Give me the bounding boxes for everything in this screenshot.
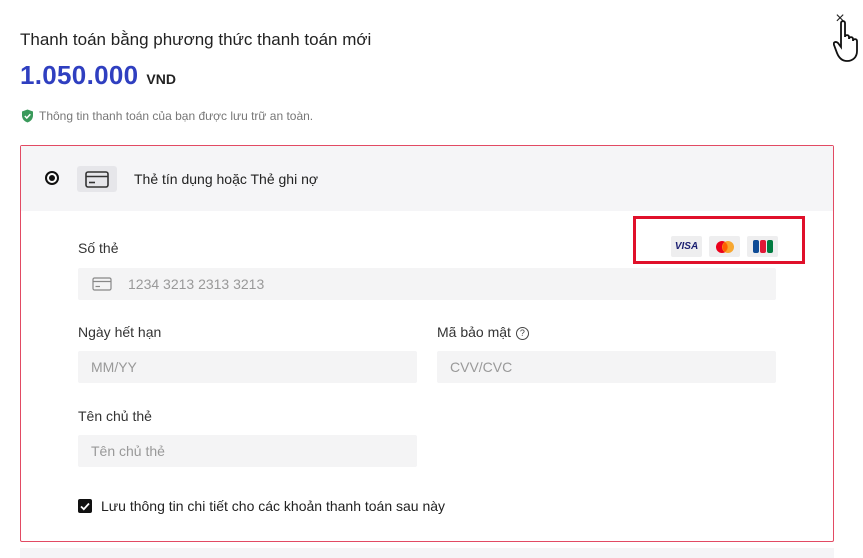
total-amount: 1.050.000 xyxy=(20,60,139,90)
help-question-icon[interactable]: ? xyxy=(515,327,529,340)
cvv-input[interactable]: CVV/CVC xyxy=(437,351,776,383)
next-method-strip xyxy=(20,548,834,558)
save-details-label[interactable]: Lưu thông tin chi tiết cho các khoản tha… xyxy=(101,498,445,514)
checkmark-icon xyxy=(80,502,90,510)
card-method-radio[interactable] xyxy=(45,171,59,185)
card-number-placeholder: 1234 3213 2313 3213 xyxy=(128,276,265,292)
holder-input[interactable]: Tên chủ thẻ xyxy=(78,435,417,467)
secure-note-text: Thông tin thanh toán của bạn được lưu tr… xyxy=(39,109,314,123)
expiry-input[interactable]: MM/YY xyxy=(78,351,417,383)
amount-row: 1.050.000 VND xyxy=(20,60,176,91)
payment-method-label: Thẻ tín dụng hoặc Thẻ ghi nợ xyxy=(134,171,319,187)
credit-card-icon xyxy=(77,166,117,192)
holder-placeholder: Tên chủ thẻ xyxy=(91,443,165,459)
card-input-icon xyxy=(92,277,112,291)
cvv-label: Mã bảo mật xyxy=(437,324,511,340)
shield-check-icon xyxy=(22,109,33,123)
card-brands-highlight xyxy=(633,216,805,264)
expiry-label: Ngày hết hạn xyxy=(78,324,162,340)
page-title: Thanh toán bằng phương thức thanh toán m… xyxy=(20,30,372,49)
payment-method-header[interactable]: Thẻ tín dụng hoặc Thẻ ghi nợ xyxy=(21,146,833,211)
holder-label: Tên chủ thẻ xyxy=(78,408,152,424)
expiry-placeholder: MM/YY xyxy=(91,359,137,375)
hand-cursor-icon xyxy=(833,20,858,62)
cvv-label-row: Mã bảo mật? xyxy=(437,324,529,340)
save-details-checkbox[interactable] xyxy=(78,499,92,513)
secure-note: Thông tin thanh toán của bạn được lưu tr… xyxy=(21,109,313,123)
currency-label: VND xyxy=(146,71,176,87)
card-number-input[interactable]: 1234 3213 2313 3213 xyxy=(78,268,776,300)
card-payment-panel: Thẻ tín dụng hoặc Thẻ ghi nợ Số thẻ VISA xyxy=(20,145,834,542)
card-number-label: Số thẻ xyxy=(78,240,119,256)
cvv-placeholder: CVV/CVC xyxy=(450,359,513,375)
